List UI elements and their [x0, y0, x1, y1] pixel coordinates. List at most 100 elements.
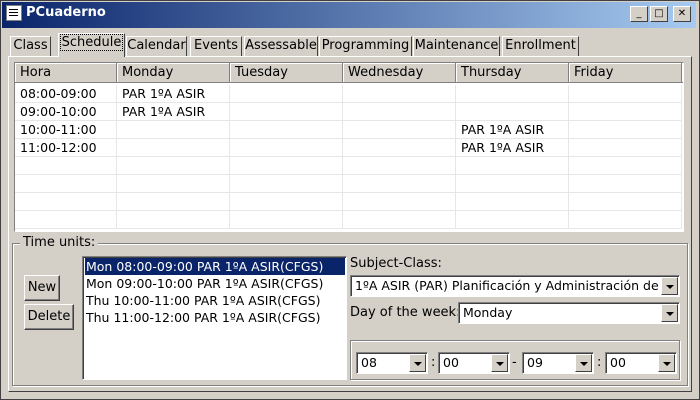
table-cell[interactable]	[343, 193, 456, 211]
time-colon: :	[431, 355, 436, 370]
end-minute-select[interactable]: 00	[605, 352, 677, 374]
table-cell[interactable]	[569, 121, 682, 139]
table-cell[interactable]	[569, 85, 682, 103]
table-cell[interactable]: PAR 1ºA ASIR	[456, 121, 569, 139]
tab-maintenance[interactable]: Maintenance	[413, 36, 500, 56]
column-header-friday[interactable]: Friday	[569, 63, 682, 83]
table-cell[interactable]	[456, 193, 569, 211]
table-cell[interactable]	[230, 175, 343, 193]
tab-programming-label: Programming	[321, 38, 410, 53]
table-cell[interactable]: 11:00-12:00	[15, 139, 117, 157]
table-row[interactable]: 08:00-09:00 PAR 1ºA ASIR	[15, 85, 683, 103]
start-minute-select[interactable]: 00	[438, 352, 510, 374]
table-cell[interactable]	[117, 175, 230, 193]
tab-class[interactable]: Class	[10, 36, 51, 56]
table-cell[interactable]	[230, 103, 343, 121]
table-row[interactable]: 11:00-12:00 PAR 1ºA ASIR	[15, 139, 683, 157]
chevron-down-icon[interactable]	[491, 354, 508, 372]
table-cell[interactable]	[343, 85, 456, 103]
table-cell[interactable]	[343, 121, 456, 139]
close-button[interactable]: ✕	[673, 6, 691, 22]
title-bar[interactable]	[2, 2, 696, 28]
table-cell[interactable]	[456, 211, 569, 229]
table-cell[interactable]	[343, 103, 456, 121]
table-cell[interactable]	[343, 211, 456, 229]
maximize-button[interactable]: □	[650, 6, 668, 22]
column-header-monday[interactable]: Monday	[117, 63, 230, 83]
table-cell[interactable]	[117, 211, 230, 229]
list-item[interactable]: Thu 10:00-11:00 PAR 1ºA ASIR(CFGS)	[85, 292, 345, 309]
day-of-week-label: Day of the week:	[350, 305, 461, 320]
table-cell[interactable]	[569, 211, 682, 229]
tab-events[interactable]: Events	[190, 36, 242, 56]
day-of-week-select[interactable]: Monday	[458, 302, 680, 324]
table-cell[interactable]	[15, 157, 117, 175]
schedule-table[interactable]: Hora Monday Tuesday Wednesday Thursday F…	[14, 62, 684, 232]
table-row[interactable]	[15, 175, 683, 193]
column-header-wednesday[interactable]: Wednesday	[343, 63, 456, 83]
table-cell[interactable]: PAR 1ºA ASIR	[117, 85, 230, 103]
tab-programming[interactable]: Programming	[319, 36, 412, 56]
table-cell[interactable]	[15, 211, 117, 229]
new-button[interactable]: New	[24, 275, 60, 301]
table-cell[interactable]	[117, 157, 230, 175]
table-cell[interactable]	[569, 193, 682, 211]
table-cell[interactable]	[343, 175, 456, 193]
table-cell[interactable]	[230, 139, 343, 157]
tab-schedule-label: Schedule	[59, 34, 124, 51]
table-cell[interactable]	[456, 103, 569, 121]
table-cell[interactable]	[343, 157, 456, 175]
table-cell[interactable]	[117, 193, 230, 211]
minimize-button[interactable]: _	[630, 6, 648, 22]
table-cell[interactable]	[456, 85, 569, 103]
table-row[interactable]: 10:00-11:00 PAR 1ºA ASIR	[15, 121, 683, 139]
table-cell[interactable]	[343, 139, 456, 157]
tab-schedule[interactable]: Schedule	[58, 33, 125, 57]
tab-calendar[interactable]: Calendar	[126, 36, 187, 56]
table-cell[interactable]	[15, 175, 117, 193]
chevron-down-icon[interactable]	[658, 354, 675, 372]
chevron-down-icon[interactable]	[575, 354, 592, 372]
table-cell[interactable]: 08:00-09:00	[15, 85, 117, 103]
delete-button[interactable]: Delete	[24, 304, 74, 330]
table-cell[interactable]	[117, 121, 230, 139]
table-cell[interactable]	[569, 157, 682, 175]
table-cell[interactable]: PAR 1ºA ASIR	[117, 103, 230, 121]
table-cell[interactable]	[230, 211, 343, 229]
table-cell[interactable]	[230, 193, 343, 211]
table-row[interactable]	[15, 211, 683, 229]
table-cell[interactable]: 09:00-10:00	[15, 103, 117, 121]
list-item[interactable]: Mon 08:00-09:00 PAR 1ºA ASIR(CFGS)	[85, 258, 345, 275]
table-cell[interactable]	[230, 121, 343, 139]
table-cell[interactable]	[456, 157, 569, 175]
table-cell[interactable]	[117, 139, 230, 157]
chevron-down-icon[interactable]	[409, 354, 426, 372]
column-header-thursday[interactable]: Thursday	[456, 63, 569, 83]
table-cell[interactable]	[230, 157, 343, 175]
end-hour-select[interactable]: 09	[522, 352, 594, 374]
column-header-tuesday[interactable]: Tuesday	[230, 63, 343, 83]
table-cell[interactable]: PAR 1ºA ASIR	[456, 139, 569, 157]
chevron-down-icon[interactable]	[661, 304, 678, 322]
start-hour-select[interactable]: 08	[356, 352, 428, 374]
table-cell[interactable]	[456, 175, 569, 193]
table-cell[interactable]	[230, 85, 343, 103]
table-row[interactable]	[15, 193, 683, 211]
tab-assessable[interactable]: Assessable	[244, 36, 318, 56]
time-colon: :	[597, 355, 602, 370]
subject-class-select[interactable]: 1ºA ASIR (PAR) Planificación y Administr…	[350, 275, 680, 297]
tab-enrollment[interactable]: Enrollment	[502, 36, 579, 56]
table-cell[interactable]	[569, 139, 682, 157]
list-item[interactable]: Mon 09:00-10:00 PAR 1ºA ASIR(CFGS)	[85, 275, 345, 292]
table-row[interactable]	[15, 157, 683, 175]
table-cell[interactable]	[569, 103, 682, 121]
column-header-hora[interactable]: Hora	[15, 63, 117, 83]
table-row[interactable]: 09:00-10:00 PAR 1ºA ASIR	[15, 103, 683, 121]
tab-class-label: Class	[13, 38, 48, 53]
time-units-list[interactable]: Mon 08:00-09:00 PAR 1ºA ASIR(CFGS) Mon 0…	[82, 256, 347, 380]
list-item[interactable]: Thu 11:00-12:00 PAR 1ºA ASIR(CFGS)	[85, 309, 345, 326]
table-cell[interactable]	[15, 193, 117, 211]
table-cell[interactable]: 10:00-11:00	[15, 121, 117, 139]
table-cell[interactable]	[569, 175, 682, 193]
chevron-down-icon[interactable]	[661, 277, 678, 295]
